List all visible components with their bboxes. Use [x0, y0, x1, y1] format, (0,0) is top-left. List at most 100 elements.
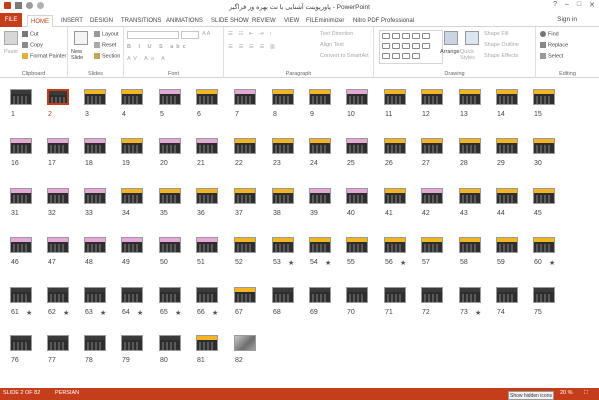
- slide-thumbnail[interactable]: [421, 138, 443, 154]
- tab-animations[interactable]: ANIMATIONS: [163, 15, 206, 27]
- slide-thumbnail[interactable]: [496, 89, 518, 105]
- slide-thumbnail[interactable]: [84, 335, 106, 351]
- slide-thumbnail[interactable]: [196, 237, 218, 253]
- paste-icon[interactable]: [4, 31, 18, 45]
- slide-thumbnail[interactable]: [459, 138, 481, 154]
- slide-thumbnail[interactable]: [10, 335, 32, 351]
- slide-thumbnail[interactable]: [309, 89, 331, 105]
- slide-thumbnail[interactable]: [159, 138, 181, 154]
- slide-thumbnail[interactable]: [533, 237, 555, 253]
- tab-review[interactable]: REVIEW: [249, 15, 279, 27]
- slide-thumbnail[interactable]: [10, 237, 32, 253]
- slide-thumbnail[interactable]: [496, 138, 518, 154]
- slide-thumbnail[interactable]: [346, 89, 368, 105]
- slide-thumbnail[interactable]: [459, 237, 481, 253]
- slide-thumbnail[interactable]: [196, 287, 218, 303]
- fit-slide-icon[interactable]: ⛶: [584, 390, 588, 397]
- slide-thumbnail[interactable]: [496, 287, 518, 303]
- slide-thumbnail[interactable]: [346, 237, 368, 253]
- tab-design[interactable]: DESIGN: [87, 15, 116, 27]
- tab-nitro-pdf[interactable]: Nitro PDF Professional: [350, 15, 417, 27]
- slide-thumbnail[interactable]: [121, 335, 143, 351]
- slide-thumbnail[interactable]: [496, 188, 518, 204]
- tab-fileminimizer[interactable]: FILEminimizer: [303, 15, 347, 27]
- language-indicator[interactable]: PERSIAN: [55, 390, 79, 396]
- slide-thumbnail[interactable]: [196, 335, 218, 351]
- align-text-button[interactable]: Align Text: [320, 42, 344, 48]
- tab-file[interactable]: FILE: [0, 13, 22, 27]
- slide-thumbnail[interactable]: [234, 138, 256, 154]
- slide-thumbnail[interactable]: [121, 188, 143, 204]
- new-slide-icon[interactable]: [74, 31, 88, 45]
- format-painter-button[interactable]: Format Painter: [22, 53, 66, 59]
- font-color-buttons[interactable]: AV Aa A: [127, 56, 168, 62]
- slide-thumbnail[interactable]: [346, 138, 368, 154]
- slide-thumbnail[interactable]: [159, 335, 181, 351]
- shape-icon[interactable]: [382, 53, 390, 59]
- slide-thumbnail[interactable]: [159, 188, 181, 204]
- shape-fill-button[interactable]: Shape Fill: [484, 31, 508, 37]
- slide-thumbnail[interactable]: [234, 188, 256, 204]
- quick-styles-button[interactable]: Quick Styles: [460, 49, 484, 61]
- slide-thumbnail[interactable]: [84, 237, 106, 253]
- slide-thumbnail[interactable]: [309, 237, 331, 253]
- shape-icon[interactable]: [392, 43, 400, 49]
- slide-thumbnail[interactable]: [309, 287, 331, 303]
- font-name-combobox[interactable]: [127, 31, 179, 39]
- slide-thumbnail[interactable]: [47, 335, 69, 351]
- tab-slide-show[interactable]: SLIDE SHOW: [208, 15, 252, 27]
- slide-thumbnail[interactable]: [533, 287, 555, 303]
- slide-thumbnail[interactable]: [196, 188, 218, 204]
- cut-button[interactable]: Cut: [22, 31, 39, 37]
- shape-icon[interactable]: [402, 33, 410, 39]
- slide-thumbnail[interactable]: [159, 287, 181, 303]
- slide-thumbnail[interactable]: [384, 188, 406, 204]
- tab-transitions[interactable]: TRANSITIONS: [118, 15, 164, 27]
- sign-in-link[interactable]: Sign in: [557, 16, 577, 23]
- replace-button[interactable]: Replace: [540, 42, 568, 48]
- zoom-level[interactable]: 20 %: [560, 390, 573, 396]
- maximize-button[interactable]: □: [577, 1, 581, 9]
- slide-thumbnail[interactable]: [84, 138, 106, 154]
- convert-smartart-button[interactable]: Convert to SmartArt: [320, 53, 369, 59]
- tab-home[interactable]: HOME: [27, 15, 53, 27]
- shape-icon[interactable]: [412, 33, 420, 39]
- help-button[interactable]: ?: [553, 1, 557, 9]
- shape-icon[interactable]: [422, 33, 430, 39]
- shape-icon[interactable]: [412, 53, 420, 59]
- slide-thumbnail[interactable]: [421, 287, 443, 303]
- shape-effects-button[interactable]: Shape Effects: [484, 53, 518, 59]
- slide-thumbnail[interactable]: [84, 89, 106, 105]
- reset-button[interactable]: Reset: [94, 42, 116, 48]
- slide-thumbnail[interactable]: [196, 89, 218, 105]
- shape-icon[interactable]: [422, 43, 430, 49]
- select-button[interactable]: Select: [540, 53, 563, 59]
- slide-thumbnail[interactable]: [459, 188, 481, 204]
- shapes-gallery[interactable]: [379, 30, 443, 64]
- slide-thumbnail[interactable]: [121, 237, 143, 253]
- slide-thumbnail[interactable]: [84, 188, 106, 204]
- close-button[interactable]: ✕: [589, 1, 595, 9]
- slide-thumbnail[interactable]: [384, 89, 406, 105]
- slide-thumbnail[interactable]: [459, 89, 481, 105]
- slide-thumbnail[interactable]: [272, 89, 294, 105]
- slide-thumbnail[interactable]: [10, 188, 32, 204]
- slide-thumbnail[interactable]: [84, 287, 106, 303]
- slide-thumbnail[interactable]: [421, 89, 443, 105]
- slide-thumbnail[interactable]: [47, 287, 69, 303]
- slide-thumbnail[interactable]: [272, 188, 294, 204]
- shape-outline-button[interactable]: Shape Outline: [484, 42, 519, 48]
- font-grow-shrink-icons[interactable]: A A: [202, 31, 210, 37]
- shape-icon[interactable]: [392, 53, 400, 59]
- shape-icon[interactable]: [392, 33, 400, 39]
- slide-thumbnail[interactable]: [121, 287, 143, 303]
- text-direction-button[interactable]: Text Direction: [320, 31, 353, 37]
- quick-styles-icon[interactable]: [465, 31, 479, 45]
- slide-thumbnail[interactable]: [234, 287, 256, 303]
- slide-thumbnail[interactable]: [196, 138, 218, 154]
- shape-icon[interactable]: [382, 43, 390, 49]
- slide-thumbnail[interactable]: [421, 237, 443, 253]
- slide-thumbnail[interactable]: [309, 188, 331, 204]
- slide-thumbnail[interactable]: [47, 237, 69, 253]
- slide-thumbnail[interactable]: [10, 89, 32, 105]
